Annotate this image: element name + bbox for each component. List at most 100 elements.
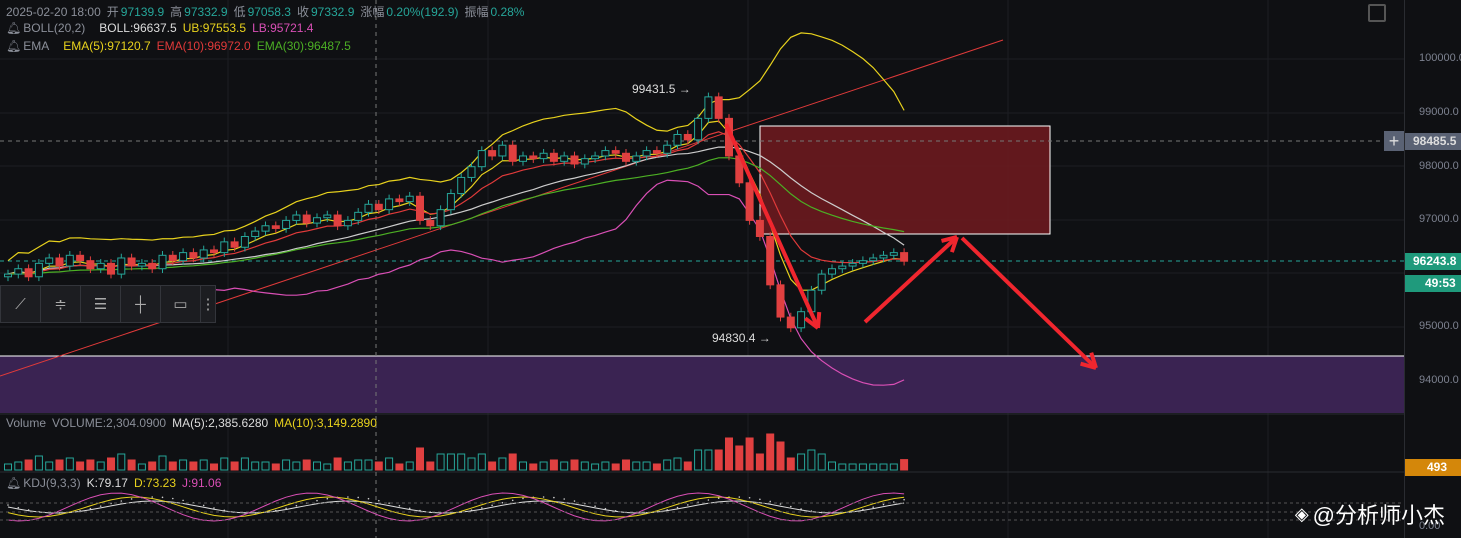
candle-body — [251, 230, 260, 238]
volume-bar — [76, 461, 85, 471]
candle-body — [168, 254, 177, 262]
volume-bar — [240, 457, 249, 471]
candle-body — [858, 260, 867, 264]
fullscreen-icon[interactable] — [1368, 4, 1386, 22]
parallel-channel-tool-icon[interactable]: ≑ — [41, 286, 81, 322]
kdj-point — [553, 496, 555, 499]
volume-ma10: MA(10):3,149.2890 — [274, 416, 377, 430]
candle-body — [210, 249, 218, 254]
rectangle-tool-icon[interactable]: ▭ — [161, 286, 201, 322]
ema-legend: 🔔︎ EMA EMA(5):97120.7 EMA(10):96972.0 EMA(30… — [6, 39, 357, 53]
open-value: 97139.9 — [120, 5, 165, 19]
candle-body — [158, 254, 167, 270]
volume-bar — [313, 461, 321, 471]
volume-bar — [817, 453, 826, 471]
candle-body — [560, 155, 569, 162]
change-label: 涨幅 — [360, 5, 385, 19]
ema-name: EMA — [23, 39, 50, 53]
volume-bar — [364, 459, 373, 471]
bell-icon[interactable]: 🔔︎ — [6, 39, 21, 53]
candle-body — [663, 144, 672, 154]
crosshair-add-button[interactable]: + — [1384, 131, 1404, 151]
kdj-point — [481, 507, 483, 509]
binance-logo-icon: ◈ — [1294, 503, 1309, 524]
tick-label: 95000.0 — [1419, 320, 1459, 332]
candle-body — [683, 133, 692, 141]
kdj-point — [594, 505, 596, 507]
bell-icon[interactable]: 🔔︎ — [6, 476, 21, 490]
kdj-point — [687, 504, 689, 506]
kdj-point — [378, 499, 380, 502]
tick-label: 94000.0 — [1419, 374, 1459, 386]
price-axis[interactable]: 100000.0 99000.0 98000.0 97000.0 95000.0… — [1404, 0, 1461, 538]
arrow-head — [816, 311, 822, 329]
countdown-tag: 49:53 — [1405, 275, 1461, 292]
change-value: 0.20%(192.9) — [386, 5, 459, 19]
candle-body — [271, 225, 280, 229]
tick-label: 98000.0 — [1419, 160, 1459, 172]
volume-bar — [467, 457, 476, 471]
candle-body — [76, 254, 85, 262]
kdj-point — [367, 497, 370, 500]
horizontal-line-tool-icon[interactable]: ┼ — [121, 286, 161, 322]
candle-body — [889, 252, 898, 256]
candle-body — [364, 203, 373, 213]
kdj-point — [790, 505, 792, 508]
price-chart[interactable] — [0, 0, 1404, 538]
kdj-point — [398, 505, 401, 507]
drag-handle-icon[interactable]: ⋮ — [201, 286, 216, 322]
candle-body — [848, 262, 857, 267]
candle-body — [127, 257, 136, 267]
volume-bar — [251, 461, 260, 471]
candle-body — [622, 152, 630, 162]
bell-icon[interactable]: 🔔︎ — [6, 21, 21, 35]
resistance-zone — [759, 125, 1051, 235]
volume-legend: Volume VOLUME:2,304.0900 MA(5):2,385.6280 M… — [6, 416, 383, 430]
candle-body — [498, 144, 507, 157]
last-price-tag: 96243.8 — [1405, 253, 1461, 270]
volume-bar — [385, 457, 394, 471]
volume-bar — [261, 461, 270, 471]
volume-bar — [869, 463, 878, 471]
candle-body — [107, 262, 115, 275]
close-label: 收 — [296, 5, 309, 19]
kdj-name: KDJ(9,3,3) — [23, 476, 81, 490]
candle-body — [529, 155, 538, 160]
volume-bar — [199, 459, 208, 471]
red-arrow — [960, 236, 1098, 370]
volume-bar — [292, 461, 301, 471]
kdj-point — [563, 498, 565, 500]
tick-label: 100000.0 — [1419, 52, 1461, 64]
kdj-point — [161, 496, 164, 499]
volume-bar — [539, 461, 548, 471]
kdj-j: J:91.06 — [182, 476, 222, 490]
volume-bar — [24, 459, 33, 471]
candle-body — [117, 257, 126, 275]
volume-bar — [776, 441, 785, 471]
open-label: 开 — [106, 5, 119, 19]
kdj-point — [676, 506, 679, 509]
trend-line-tool-icon[interactable]: ⟋ — [1, 286, 41, 322]
candle-body — [14, 268, 23, 275]
candle-body — [519, 155, 527, 162]
kdj-k: K:79.17 — [86, 476, 128, 490]
volume-bar — [714, 449, 723, 471]
volume-bar — [652, 463, 661, 471]
candle-body — [395, 198, 404, 203]
candle-body — [446, 193, 455, 211]
candle-body — [817, 273, 826, 291]
candle-body — [137, 262, 146, 267]
candle-body — [354, 211, 363, 221]
kdj-point — [872, 506, 874, 508]
candle-body — [776, 284, 785, 318]
candle-body — [900, 252, 909, 262]
boll-legend: 🔔︎ BOLL(20,2) BOLL:96637.5 UB:97553.5 LB:957… — [6, 21, 319, 35]
fib-tool-icon[interactable]: ☰ — [81, 286, 121, 322]
candle-body — [879, 254, 888, 259]
candle-body — [714, 96, 723, 119]
candle-body — [632, 155, 641, 162]
candle-body — [148, 262, 157, 270]
volume-bar — [158, 455, 167, 471]
candle-body — [4, 273, 12, 278]
volume-bar — [755, 453, 764, 471]
